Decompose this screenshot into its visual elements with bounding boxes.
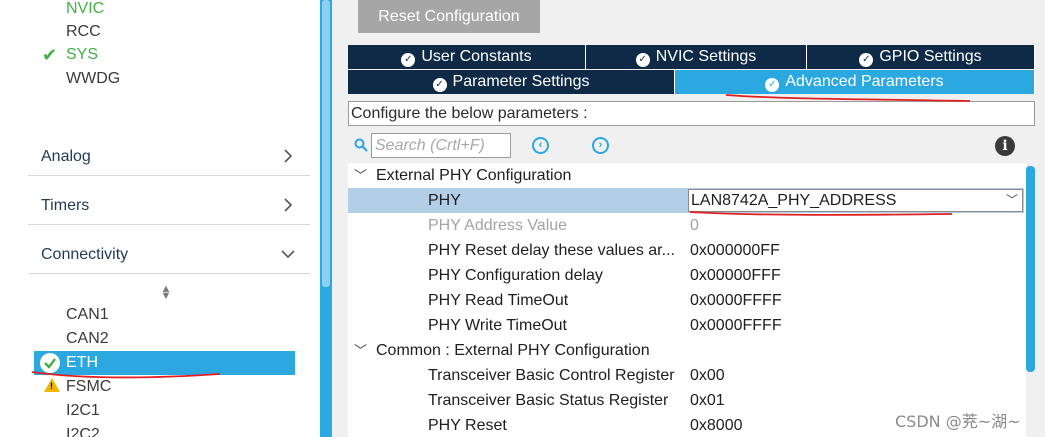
next-result-icon[interactable]: › [592, 137, 609, 154]
sort-icon[interactable]: ▲ ▼ [160, 284, 172, 302]
param-name: Transceiver Basic Control Register [428, 367, 675, 384]
param-value[interactable]: 0x000000FF [690, 238, 780, 263]
param-value: 0 [690, 217, 699, 234]
sidebar-item-eth[interactable]: ETH [34, 351, 295, 375]
tab-gpio-settings[interactable]: ✓ GPIO Settings [807, 45, 1035, 69]
param-value[interactable]: 0x00 [690, 363, 725, 388]
sidebar-item-rcc[interactable]: RCC [66, 21, 101, 43]
param-name: PHY Configuration delay [428, 267, 603, 284]
category-connectivity[interactable]: Connectivity [28, 236, 310, 274]
chevron-right-icon [284, 198, 293, 212]
param-value[interactable]: 0x00000FFF [690, 263, 781, 288]
sidebar-item-i2c2[interactable]: I2C2 [66, 423, 100, 437]
group-label: Common : External PHY Configuration [376, 342, 650, 359]
param-value[interactable]: 0x0000FFFF [690, 288, 782, 313]
tab-advanced-parameters[interactable]: ✓ Advanced Parameters [675, 70, 1035, 94]
param-value[interactable]: 0x0000FFFF [690, 313, 782, 338]
param-row-phy[interactable]: PHY LAN8742A_PHY_ADDRESS ﹀ [348, 188, 1024, 213]
parameter-scrollbar-thumb[interactable] [1026, 166, 1035, 372]
previous-result-icon[interactable]: ‹ [532, 137, 549, 154]
chevron-down-icon: ﹀ [354, 343, 368, 358]
chevron-down-icon: ﹀ [354, 168, 368, 183]
sidebar-item-label: ETH [66, 354, 98, 371]
param-value[interactable]: 0x8000 [690, 413, 743, 437]
check-icon: ✔ [42, 45, 58, 65]
category-timers[interactable]: Timers [28, 187, 310, 225]
tab-label: User Constants [421, 48, 532, 65]
tab-label: NVIC Settings [655, 48, 757, 65]
search-icon [354, 138, 368, 152]
group-common-external-phy-configuration[interactable]: ﹀ Common : External PHY Configuration [348, 338, 1024, 363]
param-value[interactable]: 0x01 [690, 388, 725, 413]
tab-label: GPIO Settings [879, 48, 982, 65]
configuration-panel: Reset Configuration ✓ User Constants ✓ NVI… [332, 0, 1045, 437]
param-row-transceiver-basic-control-register[interactable]: Transceiver Basic Control Register 0x00 [348, 363, 1024, 388]
sidebar-item-sys[interactable]: SYS [66, 44, 98, 66]
check-circle-icon: ✓ [859, 53, 874, 67]
group-external-phy-configuration[interactable]: ﹀ External PHY Configuration [348, 163, 1024, 188]
warning-icon: ! [44, 378, 60, 392]
check-circle-icon [40, 353, 60, 373]
tab-nvic-settings[interactable]: ✓ NVIC Settings [586, 45, 807, 69]
search-input[interactable]: Search (Crtl+F) [371, 133, 511, 158]
chevron-right-icon [284, 149, 293, 163]
tab-user-constants[interactable]: ✓ User Constants [348, 45, 586, 69]
sidebar-item-can1[interactable]: CAN1 [66, 303, 109, 326]
check-circle-icon: ✓ [765, 78, 780, 92]
sidebar-scrollbar-thumb[interactable] [322, 0, 330, 287]
left-sidebar: NVIC RCC ✔ SYS WWDG Analog Timers Connec… [0, 0, 322, 437]
phy-select[interactable]: LAN8742A_PHY_ADDRESS ﹀ [688, 189, 1023, 212]
info-icon[interactable]: i [995, 136, 1015, 156]
chevron-down-icon [281, 250, 295, 259]
param-row-phy-read-timeout[interactable]: PHY Read TimeOut 0x0000FFFF [348, 288, 1024, 313]
group-label: External PHY Configuration [376, 167, 572, 184]
check-circle-icon: ✓ [432, 78, 447, 92]
select-value: LAN8742A_PHY_ADDRESS [691, 192, 897, 209]
param-name: PHY Read TimeOut [428, 292, 569, 309]
category-analog[interactable]: Analog [28, 138, 310, 176]
check-circle-icon: ✓ [635, 53, 650, 67]
category-label: Analog [41, 148, 91, 165]
param-row-phy-reset-delay[interactable]: PHY Reset delay these values ar... 0x000… [348, 238, 1024, 263]
sidebar-item-can2[interactable]: CAN2 [66, 327, 109, 350]
tab-parameter-settings[interactable]: ✓ Parameter Settings [348, 70, 675, 94]
category-label: Connectivity [41, 246, 129, 263]
parameters-hint: Configure the below parameters : [348, 101, 1035, 126]
check-circle-icon: ✓ [401, 53, 416, 67]
param-name: Transceiver Basic Status Register [428, 392, 669, 409]
watermark: CSDN @茺~湖~ [895, 412, 1021, 431]
param-name: PHY Reset delay these values ar... [428, 242, 675, 259]
param-name: PHY Address Value [428, 217, 568, 234]
sidebar-item-fsmc[interactable]: FSMC [66, 375, 111, 398]
param-name: PHY Write TimeOut [428, 317, 567, 334]
param-row-phy-write-timeout[interactable]: PHY Write TimeOut 0x0000FFFF [348, 313, 1024, 338]
sidebar-item-i2c1[interactable]: I2C1 [66, 399, 100, 422]
sidebar-item-nvic[interactable]: NVIC [66, 0, 104, 20]
tab-label: Advanced Parameters [785, 73, 944, 90]
param-name: PHY [428, 192, 461, 209]
param-name: PHY Reset [428, 417, 507, 434]
parameter-tree: ﹀ External PHY Configuration PHY LAN8742… [348, 163, 1028, 437]
param-row-phy-configuration-delay[interactable]: PHY Configuration delay 0x00000FFF [348, 263, 1024, 288]
tab-label: Parameter Settings [452, 73, 590, 90]
param-row-phy-address-value: PHY Address Value 0 [348, 213, 1024, 238]
reset-configuration-button[interactable]: Reset Configuration [358, 0, 540, 33]
sidebar-item-wwdg[interactable]: WWDG [66, 68, 120, 90]
category-label: Timers [41, 197, 90, 214]
chevron-down-icon: ﹀ [1005, 193, 1018, 207]
